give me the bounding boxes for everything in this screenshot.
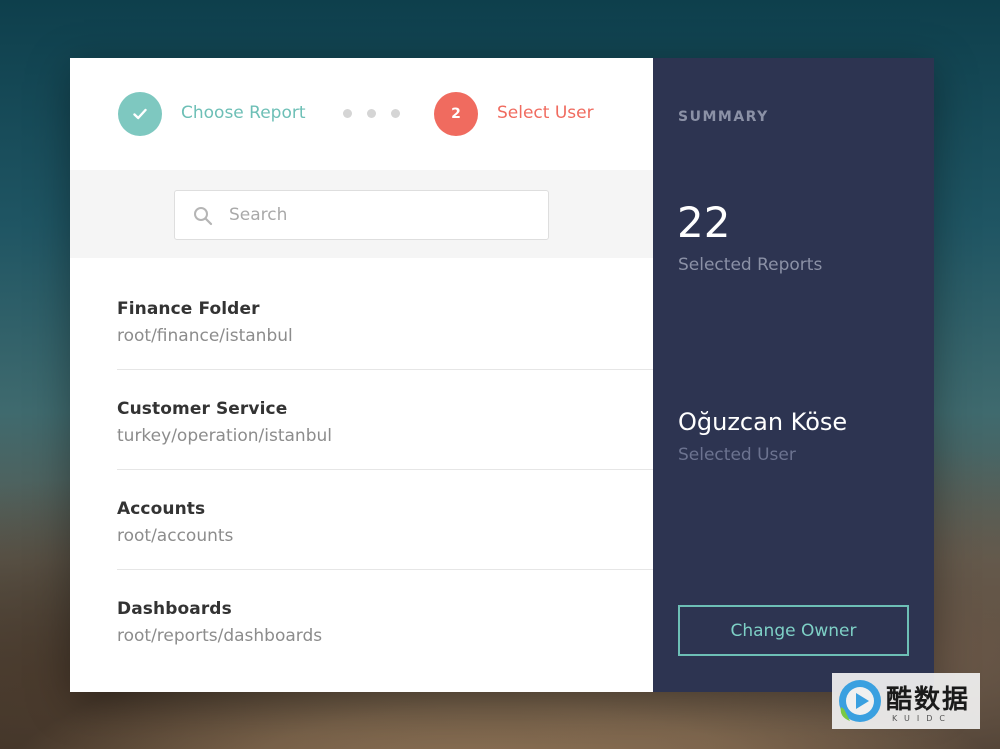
list-item-title: Customer Service	[117, 399, 288, 419]
list-item-title: Finance Folder	[117, 299, 260, 319]
separator-dot	[391, 109, 400, 118]
separator-dot	[367, 109, 376, 118]
list-item-path: root/reports/dashboards	[117, 626, 323, 646]
list-item[interactable]: Accounts root/accounts	[117, 470, 653, 570]
list-item-title: Accounts	[117, 499, 206, 519]
selected-reports-count: 22	[677, 198, 731, 247]
list-item-title: Dashboards	[117, 599, 232, 619]
step2-number: 2	[451, 106, 461, 122]
selected-user-label: Selected User	[678, 445, 796, 465]
search-box[interactable]	[174, 190, 549, 240]
watermark: 酷数据 KUIDC	[832, 673, 980, 729]
summary-panel: SUMMARY 22 Selected Reports Oğuzcan Köse…	[653, 58, 934, 692]
selected-user-name: Oğuzcan Köse	[678, 408, 848, 436]
change-owner-button[interactable]: Change Owner	[678, 605, 909, 656]
step2-indicator[interactable]: 2	[434, 92, 478, 136]
search-icon	[194, 207, 213, 226]
step-separator-dots	[343, 109, 400, 118]
list-item-path: root/finance/istanbul	[117, 326, 293, 346]
list-item-path: root/accounts	[117, 526, 234, 546]
watermark-subtext: KUIDC	[892, 714, 952, 723]
report-panel: Choose Report 2 Select User Fin	[70, 58, 653, 692]
selected-reports-label: Selected Reports	[678, 255, 823, 275]
separator-dot	[343, 109, 352, 118]
play-logo-icon	[839, 680, 881, 722]
search-bar-area	[70, 170, 653, 258]
wizard-card: Choose Report 2 Select User Fin	[70, 58, 934, 692]
stepper: Choose Report 2 Select User	[70, 58, 653, 170]
list-item[interactable]: Finance Folder root/finance/istanbul	[117, 270, 653, 370]
step1-label[interactable]: Choose Report	[181, 103, 306, 123]
summary-heading: SUMMARY	[678, 109, 769, 125]
checkmark-icon	[133, 108, 147, 120]
list-item-path: turkey/operation/istanbul	[117, 426, 332, 446]
list-item[interactable]: Customer Service turkey/operation/istanb…	[117, 370, 653, 470]
search-input[interactable]	[229, 191, 529, 239]
watermark-text: 酷数据	[886, 685, 971, 715]
list-item[interactable]: Dashboards root/reports/dashboards	[117, 570, 653, 670]
step2-label[interactable]: Select User	[497, 103, 594, 123]
step1-indicator[interactable]	[118, 92, 162, 136]
report-list: Finance Folder root/finance/istanbul Cus…	[117, 270, 653, 670]
